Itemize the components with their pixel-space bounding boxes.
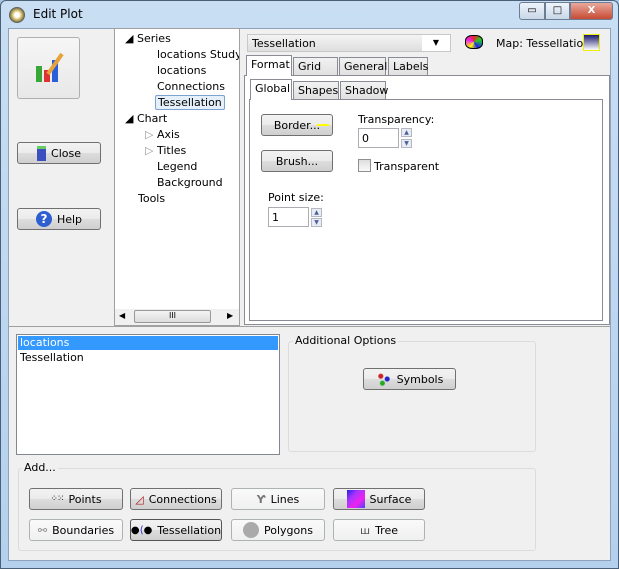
- add-boundaries-button[interactable]: ⚯ Boundaries: [29, 519, 123, 541]
- button-label: Points: [68, 492, 102, 506]
- subtab-global[interactable]: Global: [250, 79, 292, 100]
- horizontal-scrollbar[interactable]: ◀ III ▶: [115, 309, 239, 325]
- border-color-line: [317, 124, 329, 126]
- boundaries-icon: ⚯: [37, 523, 48, 537]
- brush-button[interactable]: Brush...: [261, 150, 333, 172]
- list-item-selected[interactable]: locations: [18, 336, 278, 350]
- transparency-label: Transparency:: [358, 113, 435, 126]
- border-label: Border...: [273, 118, 321, 132]
- brush-label: Brush...: [275, 154, 319, 168]
- button-label: Lines: [270, 492, 300, 506]
- chart-edit-icon: [35, 52, 64, 82]
- series-list[interactable]: locations Tessellation: [16, 334, 280, 455]
- close-button[interactable]: Close: [17, 142, 101, 164]
- close-window-button[interactable]: X: [570, 2, 613, 20]
- scrollbar-thumb[interactable]: III: [134, 310, 211, 323]
- chart-icon-button[interactable]: [17, 37, 80, 99]
- symbols-label: Symbols: [396, 372, 444, 386]
- window-title: Edit Plot: [33, 7, 83, 21]
- splitter[interactable]: [8, 326, 611, 328]
- subtab-shapes[interactable]: Shapes: [293, 81, 339, 100]
- button-label: Connections: [148, 492, 217, 506]
- add-tessellation-button[interactable]: ●⟨● Tessellation: [130, 519, 222, 541]
- tab-format[interactable]: Format: [246, 55, 292, 76]
- button-label: Tessellation: [157, 523, 222, 537]
- transparent-label: Transparent: [374, 160, 440, 173]
- points-icon: ⁘⁙: [50, 494, 64, 504]
- subtab-shadow[interactable]: Shadow: [340, 81, 388, 100]
- combo-value: Tessellation: [252, 37, 316, 50]
- connections-icon: ◿: [135, 492, 144, 506]
- button-label: Tree: [375, 523, 398, 537]
- tree-label: Axis: [156, 128, 180, 141]
- minimize-button[interactable]: ▭: [519, 2, 545, 20]
- tessellation-icon: ●⟨●: [130, 524, 153, 536]
- tree-label: Chart: [136, 112, 168, 125]
- settings-tree: ◢ Series locations Study P locations Con…: [114, 28, 240, 326]
- lines-icon: Ƴ: [256, 492, 266, 506]
- additional-options-title: Additional Options: [293, 334, 399, 347]
- tree-node-axis[interactable]: ▷ Axis: [145, 128, 180, 141]
- dropdown-arrow-icon: ▼: [422, 35, 450, 51]
- add-lines-button[interactable]: Ƴ Lines: [231, 488, 325, 510]
- help-label: Help: [56, 212, 83, 226]
- tree-item-selected[interactable]: Tessellation: [155, 95, 225, 110]
- maximize-button[interactable]: □: [545, 2, 570, 20]
- point-size-up-button[interactable]: ▲: [311, 208, 322, 217]
- tree-item[interactable]: Connections: [157, 80, 225, 93]
- polygon-icon: [243, 522, 260, 538]
- tree-label: Titles: [156, 144, 187, 157]
- tree-item-tools[interactable]: Tools: [138, 192, 165, 205]
- transparency-down-button[interactable]: ▼: [401, 139, 412, 148]
- add-tree-button[interactable]: ꟺ Tree: [333, 519, 425, 541]
- tree-node-series[interactable]: ◢ Series: [125, 32, 171, 45]
- symbols-icon: [375, 372, 392, 386]
- button-label: Polygons: [264, 523, 313, 537]
- point-size-label: Point size:: [268, 191, 324, 204]
- tree-item[interactable]: Legend: [157, 160, 197, 173]
- add-connections-button[interactable]: ◿ Connections: [130, 488, 222, 510]
- add-points-button[interactable]: ⁘⁙ Points: [29, 488, 123, 510]
- tree-node-chart[interactable]: ◢ Chart: [125, 112, 167, 125]
- tree-icon: ꟺ: [360, 523, 371, 537]
- help-icon: ?: [35, 211, 52, 227]
- point-size-down-button[interactable]: ▼: [311, 218, 322, 227]
- add-title: Add...: [22, 461, 58, 474]
- tree-item[interactable]: Background: [157, 176, 223, 189]
- button-label: Surface: [369, 492, 412, 506]
- list-item[interactable]: Tessellation: [18, 351, 278, 365]
- tab-general[interactable]: General: [339, 57, 387, 76]
- help-button[interactable]: ? Help: [17, 208, 101, 230]
- tree-node-titles[interactable]: ▷ Titles: [145, 144, 186, 157]
- border-button[interactable]: Border...: [261, 114, 333, 136]
- transparent-checkbox[interactable]: [358, 159, 371, 172]
- series-combo[interactable]: Tessellation ▼: [247, 34, 451, 52]
- tree-label: Series: [136, 32, 171, 45]
- palette-icon: [465, 35, 483, 49]
- tab-labels[interactable]: Labels: [388, 57, 428, 76]
- close-label: Close: [51, 146, 81, 160]
- surface-icon: [346, 490, 365, 508]
- transparency-up-button[interactable]: ▲: [401, 128, 412, 137]
- tree-item[interactable]: locations: [157, 64, 206, 77]
- button-label: Boundaries: [52, 523, 115, 537]
- add-polygons-button[interactable]: Polygons: [231, 519, 325, 541]
- tree-item[interactable]: locations Study P: [157, 48, 239, 61]
- add-surface-button[interactable]: Surface: [333, 488, 425, 510]
- additional-options-group: [288, 341, 536, 452]
- symbols-button[interactable]: Symbols: [363, 368, 456, 390]
- map-label: Map: Tessellation: [496, 37, 591, 50]
- tab-grid-3d[interactable]: Grid 3D: [293, 57, 338, 86]
- app-icon: [9, 7, 25, 23]
- transparency-input[interactable]: 0: [358, 128, 399, 148]
- map-gradient-swatch[interactable]: [583, 34, 600, 51]
- door-icon: [37, 145, 47, 161]
- point-size-input[interactable]: 1: [268, 207, 309, 227]
